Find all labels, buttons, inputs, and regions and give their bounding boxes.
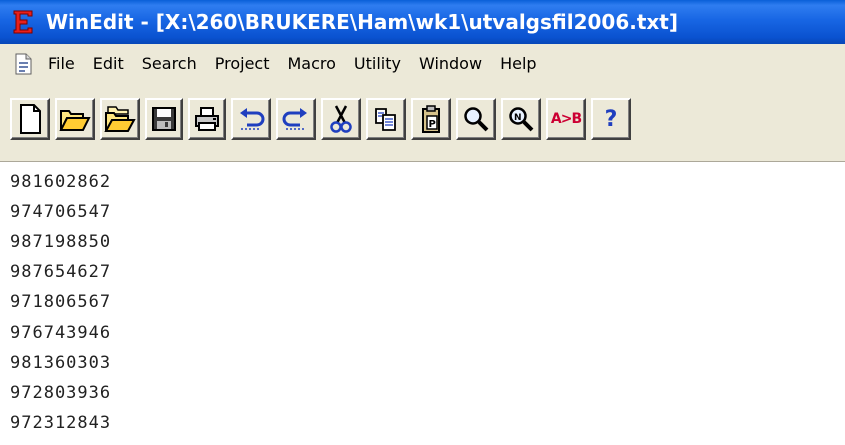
find-next-icon: N: [509, 107, 534, 132]
svg-text:P: P: [429, 119, 436, 130]
new-file-icon: [20, 104, 41, 134]
menu-macro[interactable]: Macro: [278, 49, 344, 79]
paste-icon: P: [422, 105, 440, 133]
new-file-button[interactable]: [10, 98, 50, 140]
redo-button[interactable]: [276, 98, 316, 140]
find-icon: [464, 107, 489, 132]
menu-help[interactable]: Help: [491, 49, 545, 79]
text-line[interactable]: 976743946: [10, 318, 111, 348]
menu-bar: File Edit Search Project Macro Utility W…: [0, 44, 845, 84]
paste-button[interactable]: P: [411, 98, 451, 140]
undo-button[interactable]: [231, 98, 271, 140]
cut-icon: [330, 105, 352, 133]
menu-window[interactable]: Window: [410, 49, 491, 79]
document-menu-icon[interactable]: [12, 53, 34, 75]
save-button[interactable]: [145, 98, 183, 140]
replace-icon: A>B: [550, 111, 582, 127]
print-button[interactable]: [188, 98, 226, 140]
redo-icon: [282, 108, 307, 130]
cut-button[interactable]: [321, 98, 361, 140]
menu-project[interactable]: Project: [206, 49, 279, 79]
text-line[interactable]: 972803936: [10, 378, 111, 408]
find-button[interactable]: [456, 98, 496, 140]
text-line[interactable]: 987654627: [10, 257, 111, 287]
window-title: WinEdit - [X:\260\BRUKERE\Ham\wk1\utvalg…: [46, 10, 678, 34]
menu-edit[interactable]: Edit: [84, 49, 133, 79]
find-next-button[interactable]: N: [501, 98, 541, 140]
save-icon: [152, 107, 176, 131]
copy-icon: [375, 108, 396, 131]
open-folder-icon: [59, 110, 91, 131]
undo-icon: [240, 108, 265, 130]
text-line[interactable]: 981602862: [10, 167, 111, 197]
menu-search[interactable]: Search: [133, 49, 206, 79]
replace-button[interactable]: A>B: [546, 98, 586, 140]
open-file-button[interactable]: [55, 98, 95, 140]
open-project-button[interactable]: [100, 98, 140, 140]
menu-file[interactable]: File: [39, 49, 84, 79]
open-project-icon: [104, 106, 136, 132]
menu-utility[interactable]: Utility: [345, 49, 410, 79]
winedit-e-icon[interactable]: [10, 7, 36, 37]
toolbar: P N A>B ?: [0, 84, 845, 162]
help-button[interactable]: ?: [591, 98, 631, 140]
editor-text-area[interactable]: 981602862 974706547 987198850 987654627 …: [0, 163, 845, 445]
svg-text:N: N: [514, 113, 522, 123]
text-line[interactable]: 981360303: [10, 348, 111, 378]
title-bar[interactable]: WinEdit - [X:\260\BRUKERE\Ham\wk1\utvalg…: [0, 0, 845, 44]
text-line[interactable]: 987198850: [10, 227, 111, 257]
text-line[interactable]: 971806567: [10, 287, 111, 317]
print-icon: [195, 107, 219, 131]
text-line[interactable]: 972312843: [10, 408, 111, 438]
help-icon: ?: [604, 106, 618, 132]
copy-button[interactable]: [366, 98, 406, 140]
text-line[interactable]: 974706547: [10, 197, 111, 227]
